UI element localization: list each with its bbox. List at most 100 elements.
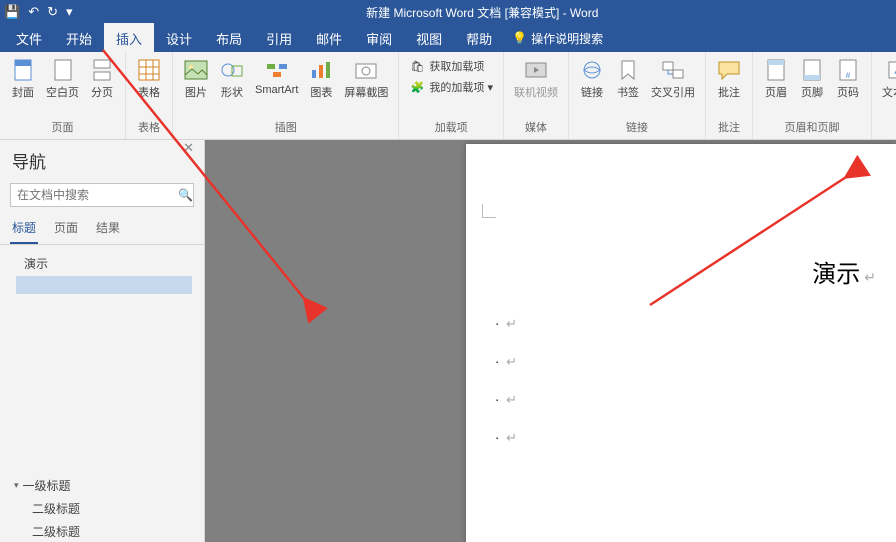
tab-file[interactable]: 文件	[4, 23, 54, 54]
tab-references[interactable]: 引用	[254, 23, 304, 54]
ribbon-group-addins: 🛍 获取加载项 🧩 我的加载项 ▾ 加载项	[399, 52, 504, 139]
tab-layout[interactable]: 布局	[204, 23, 254, 54]
video-icon	[524, 58, 548, 82]
paragraph-mark[interactable]	[496, 430, 866, 446]
cross-ref-button[interactable]: 交叉引用	[647, 56, 699, 102]
cover-page-icon	[11, 58, 35, 82]
tab-mailings[interactable]: 邮件	[304, 23, 354, 54]
nav-heading-item[interactable]: 演示	[4, 251, 200, 276]
nav-tab-results[interactable]: 结果	[94, 213, 122, 244]
picture-icon	[184, 58, 208, 82]
page-number-icon: #	[836, 58, 860, 82]
my-addins-button[interactable]: 🧩 我的加载项 ▾	[405, 77, 497, 97]
footer-button[interactable]: 页脚	[795, 56, 829, 102]
bookmark-button[interactable]: 书签	[611, 56, 645, 102]
page-break-button[interactable]: 分页	[85, 56, 119, 102]
screenshot-icon	[354, 58, 378, 82]
cover-page-button[interactable]: 封面	[6, 56, 40, 102]
undo-icon[interactable]: ↶	[28, 4, 39, 20]
ribbon-group-header-footer: 页眉 页脚 # 页码 页眉和页脚	[753, 52, 872, 139]
group-label-pages: 页面	[52, 117, 74, 137]
document-page[interactable]: 演示	[466, 144, 896, 542]
nav-search: 🔍	[10, 183, 194, 207]
shapes-icon	[220, 58, 244, 82]
paragraph-mark[interactable]	[496, 392, 866, 408]
tab-home[interactable]: 开始	[54, 23, 104, 54]
header-icon	[764, 58, 788, 82]
group-label-comments: 批注	[718, 117, 740, 137]
document-heading[interactable]: 演示	[812, 254, 876, 289]
svg-text:#: #	[846, 71, 851, 80]
blank-page-button[interactable]: 空白页	[42, 56, 83, 102]
text-box-icon: A	[886, 58, 896, 82]
page-number-button[interactable]: # 页码	[831, 56, 865, 102]
lightbulb-icon: 💡	[512, 31, 527, 45]
tell-me-label: 操作说明搜索	[531, 30, 603, 47]
comment-icon	[717, 58, 741, 82]
link-button[interactable]: 链接	[575, 56, 609, 102]
nav-outline: 一级标题 二级标题 二级标题 二级标题	[4, 474, 200, 542]
paragraph-mark[interactable]	[496, 354, 866, 370]
outline-level2[interactable]: 二级标题	[10, 497, 194, 520]
page-break-icon	[90, 58, 114, 82]
outline-level1[interactable]: 一级标题	[10, 474, 194, 497]
nav-heading-selected[interactable]	[16, 276, 192, 294]
workspace: ✕ 导航 🔍 标题 页面 结果 演示 一级标题 二级标题 二级标题 二级标题	[0, 140, 896, 542]
nav-tabs: 标题 页面 结果	[0, 213, 204, 245]
header-button[interactable]: 页眉	[759, 56, 793, 102]
ribbon-group-text: A 文本框 文档部件 A 艺术字	[872, 52, 896, 139]
quick-access-toolbar: 💾 ↶ ↻ ▾	[4, 4, 73, 20]
smartart-button[interactable]: SmartArt	[251, 56, 302, 98]
group-label-media: 媒体	[525, 117, 547, 137]
search-input[interactable]	[11, 184, 178, 206]
margin-corner-mark	[482, 204, 496, 218]
nav-tab-headings[interactable]: 标题	[10, 213, 38, 244]
ribbon-group-media: 联机视频 媒体	[504, 52, 569, 139]
window-title: 新建 Microsoft Word 文档 [兼容模式] - Word	[73, 4, 892, 21]
save-icon[interactable]: 💾	[4, 4, 20, 20]
ribbon-group-illustrations: 图片 形状 SmartArt 图表 屏幕截图 插图	[173, 52, 399, 139]
ribbon-group-tables: 表格 表格	[126, 52, 173, 139]
smartart-icon	[265, 58, 289, 82]
tab-view[interactable]: 视图	[404, 23, 454, 54]
search-icon[interactable]: 🔍	[178, 184, 193, 206]
group-label-addins: 加载项	[435, 117, 468, 137]
tab-insert[interactable]: 插入	[104, 23, 154, 54]
get-addins-button[interactable]: 🛍 获取加载项	[405, 56, 497, 76]
tab-review[interactable]: 审阅	[354, 23, 404, 54]
ribbon-group-comments: 批注 批注	[706, 52, 753, 139]
online-video-button[interactable]: 联机视频	[510, 56, 562, 102]
tell-me[interactable]: 💡 操作说明搜索	[512, 30, 603, 47]
document-area[interactable]: 演示	[205, 140, 896, 542]
nav-content: 演示 一级标题 二级标题 二级标题 二级标题	[0, 245, 204, 542]
footer-icon	[800, 58, 824, 82]
screenshot-button[interactable]: 屏幕截图	[340, 56, 392, 102]
paragraph-mark[interactable]	[496, 316, 866, 332]
table-button[interactable]: 表格	[132, 56, 166, 102]
navigation-pane: ✕ 导航 🔍 标题 页面 结果 演示 一级标题 二级标题 二级标题 二级标题	[0, 140, 205, 542]
chart-button[interactable]: 图表	[304, 56, 338, 102]
redo-icon[interactable]: ↻	[47, 4, 58, 20]
ribbon-tabs: 文件 开始 插入 设计 布局 引用 邮件 审阅 视图 帮助 💡 操作说明搜索	[0, 24, 896, 52]
group-label-tables: 表格	[138, 117, 160, 137]
tab-help[interactable]: 帮助	[454, 23, 504, 54]
nav-pane-title: 导航	[12, 148, 46, 173]
link-icon	[580, 58, 604, 82]
tab-design[interactable]: 设计	[154, 23, 204, 54]
nav-tab-pages[interactable]: 页面	[52, 213, 80, 244]
text-box-button[interactable]: A 文本框	[878, 56, 896, 102]
comment-button[interactable]: 批注	[712, 56, 746, 102]
group-label-header-footer: 页眉和页脚	[784, 117, 839, 137]
ribbon-group-links: 链接 书签 交叉引用 链接	[569, 52, 706, 139]
shapes-button[interactable]: 形状	[215, 56, 249, 102]
chart-icon	[309, 58, 333, 82]
ribbon-group-pages: 封面 空白页 分页 页面	[0, 52, 126, 139]
cross-ref-icon	[661, 58, 685, 82]
title-bar: 💾 ↶ ↻ ▾ 新建 Microsoft Word 文档 [兼容模式] - Wo…	[0, 0, 896, 24]
group-label-links: 链接	[626, 117, 648, 137]
picture-button[interactable]: 图片	[179, 56, 213, 102]
outline-level2[interactable]: 二级标题	[10, 520, 194, 542]
store-icon: 🛍	[409, 58, 425, 74]
close-icon[interactable]: ✕	[183, 140, 194, 156]
table-icon	[137, 58, 161, 82]
